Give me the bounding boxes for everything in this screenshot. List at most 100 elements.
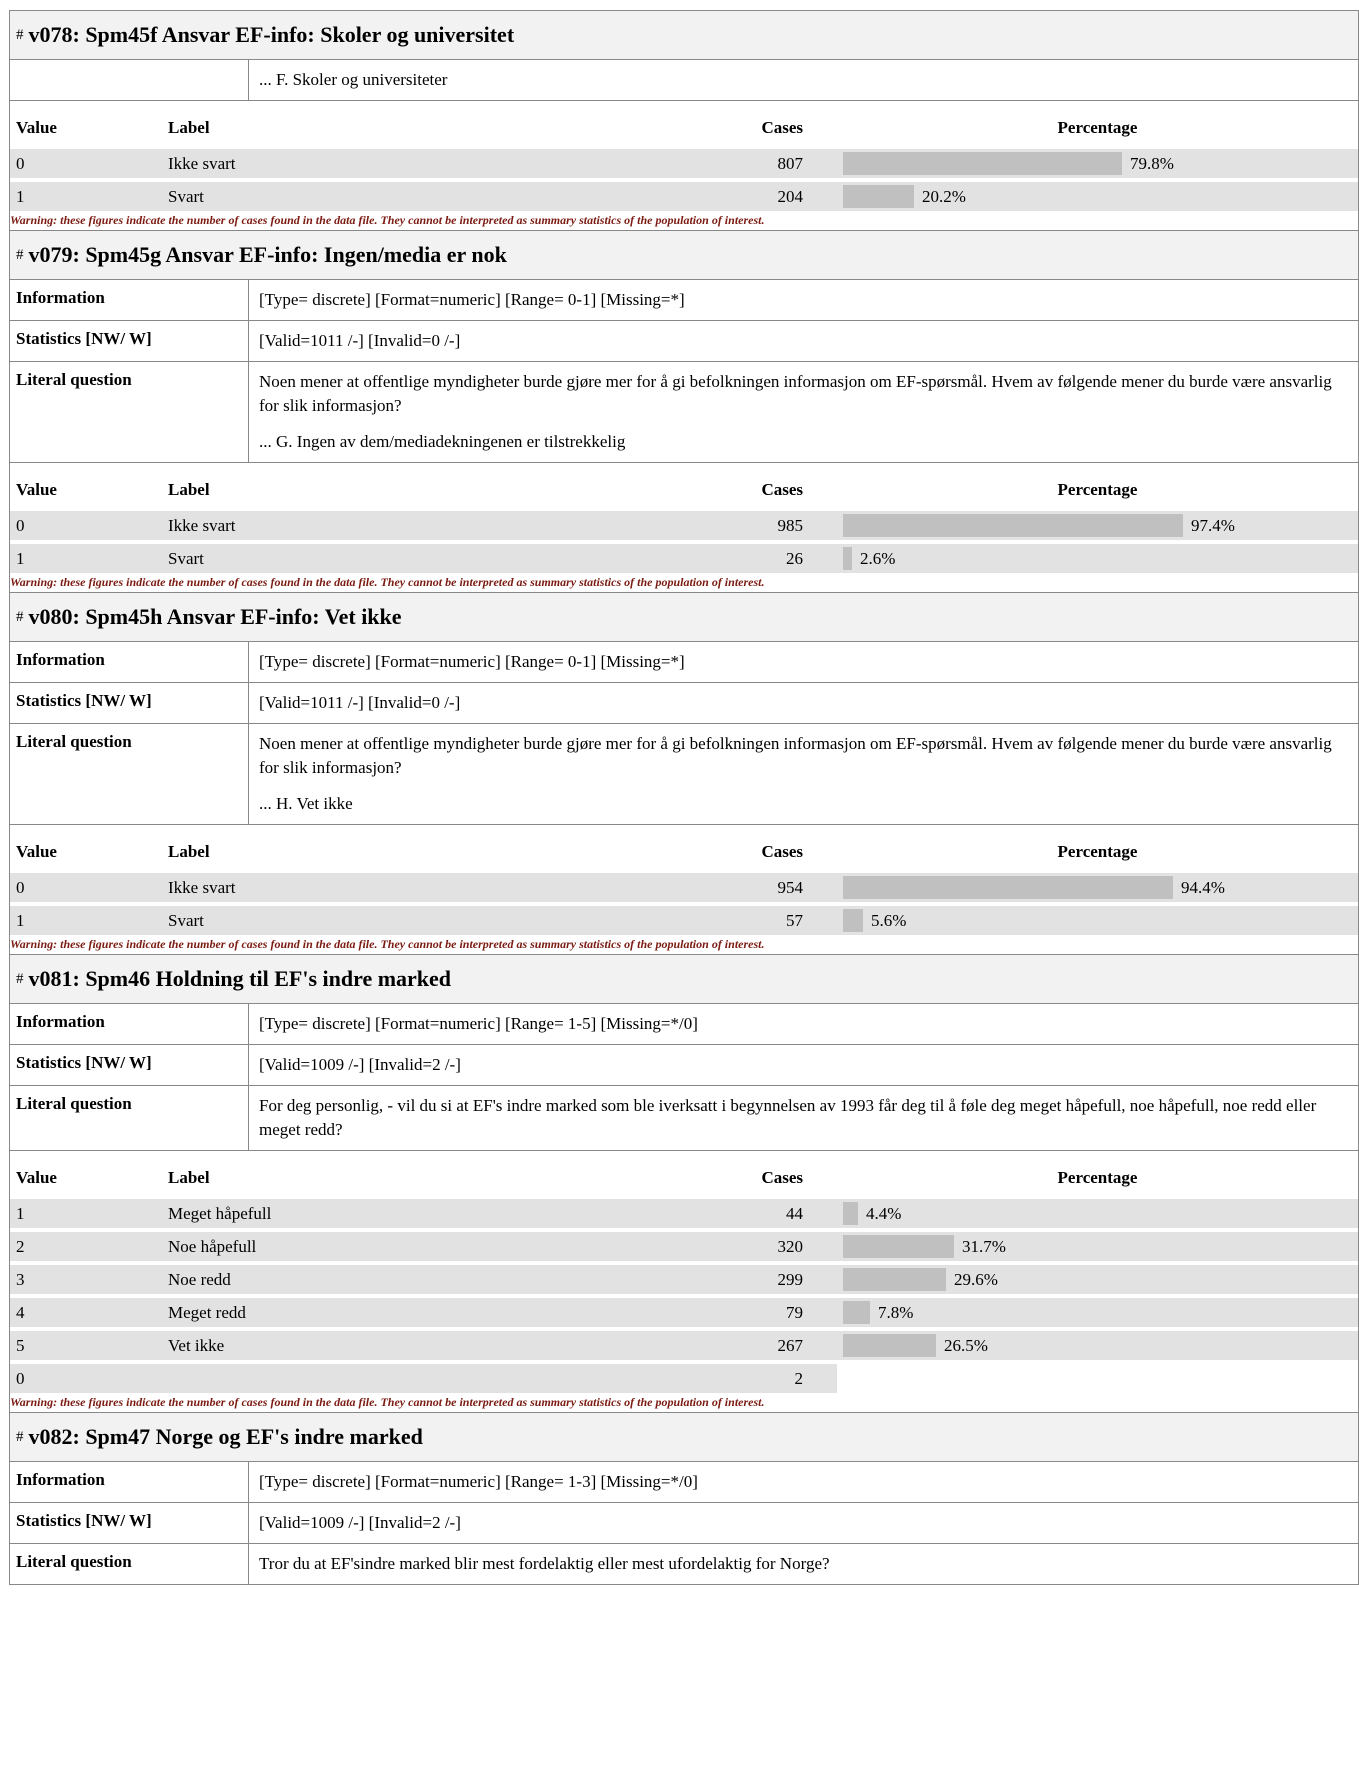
frequency-header-row: Value Label Cases Percentage bbox=[10, 111, 1358, 145]
statistics-row-value: [Valid=1011 /-] [Invalid=0 /-] bbox=[259, 331, 461, 350]
variable-header: # v080: Spm45h Ansvar EF-info: Vet ikke bbox=[10, 592, 1358, 642]
percentage-bar bbox=[843, 1334, 936, 1357]
percentage-text: 29.6% bbox=[954, 1269, 998, 1289]
literal-main: For deg personlig, - vil du si at EF's i… bbox=[259, 1096, 1317, 1139]
frequency-row: 2 Noe håpefull 320 31.7% bbox=[10, 1232, 1358, 1261]
percentage-bar bbox=[843, 1202, 858, 1225]
percentage-bar bbox=[843, 547, 852, 570]
percentage-bar bbox=[843, 909, 863, 932]
percentage-cell: 29.6% bbox=[843, 1265, 1358, 1294]
percentage-text: 94.4% bbox=[1181, 877, 1225, 897]
percentage-cell: 4.4% bbox=[843, 1199, 1358, 1228]
literal-question-row-label bbox=[10, 60, 249, 100]
variable-header: # v081: Spm46 Holdning til EF's indre mar… bbox=[10, 954, 1358, 1004]
column-header-value: Value bbox=[16, 1168, 57, 1187]
column-header-cases: Cases bbox=[761, 842, 803, 861]
literal-question-row: ... F. Skoler og universiteter bbox=[10, 60, 1358, 101]
percentage-text: 7.8% bbox=[878, 1302, 914, 1322]
column-header-label: Label bbox=[168, 842, 210, 861]
row-label: Meget håpefull bbox=[162, 1199, 714, 1228]
statistics-row-value: [Valid=1009 /-] [Invalid=2 /-] bbox=[259, 1513, 461, 1532]
row-percentage: 29.6% bbox=[837, 1265, 1358, 1294]
variable-title: v080: Spm45h Ansvar EF-info: Vet ikke bbox=[28, 604, 402, 629]
row-label: Svart bbox=[162, 906, 714, 935]
column-header-percentage: Percentage bbox=[1057, 480, 1138, 499]
information-row-label: Information bbox=[10, 1004, 249, 1044]
row-percentage: 26.5% bbox=[837, 1331, 1358, 1360]
row-label: Vet ikke bbox=[162, 1331, 714, 1360]
literal-sub: ... F. Skoler og universiteter bbox=[259, 70, 448, 89]
column-header-percentage: Percentage bbox=[1057, 118, 1138, 137]
statistics-row-label: Statistics [NW/ W] bbox=[10, 1503, 249, 1543]
anchor-hash[interactable]: # bbox=[16, 247, 24, 264]
percentage-cell: 7.8% bbox=[843, 1298, 1358, 1327]
percentage-text: 79.8% bbox=[1130, 153, 1174, 173]
variable-header: # v078: Spm45f Ansvar EF-info: Skoler og … bbox=[10, 10, 1358, 60]
anchor-hash[interactable]: # bbox=[16, 609, 24, 626]
row-label: Svart bbox=[162, 544, 714, 573]
row-percentage: 94.4% bbox=[837, 873, 1358, 902]
percentage-text: 20.2% bbox=[922, 186, 966, 206]
information-row: Information [Type= discrete] [Format=nume… bbox=[10, 280, 1358, 321]
literal-question-row-label: Literal question bbox=[10, 724, 249, 824]
percentage-bar bbox=[843, 1268, 946, 1291]
percentage-text: 2.6% bbox=[860, 548, 896, 568]
variable-title: v082: Spm47 Norge og EF's indre marked bbox=[28, 1424, 423, 1449]
anchor-hash[interactable]: # bbox=[16, 1429, 24, 1446]
literal-main: Noen mener at offentlige myndigheter bur… bbox=[259, 734, 1332, 777]
literal-question-row-label: Literal question bbox=[10, 1544, 249, 1584]
row-percentage: 4.4% bbox=[837, 1199, 1358, 1228]
information-row: Information [Type= discrete] [Format=nume… bbox=[10, 1462, 1358, 1503]
literal-question-row-value: ... F. Skoler og universiteter bbox=[249, 60, 1358, 100]
frequency-row: 1 Svart 204 20.2% bbox=[10, 182, 1358, 211]
row-label: Ikke svart bbox=[162, 149, 714, 178]
column-header-cases: Cases bbox=[761, 480, 803, 499]
row-cases: 79 bbox=[714, 1298, 837, 1327]
information-row-label: Information bbox=[10, 642, 249, 682]
literal-main: Tror du at EF'sindre marked blir mest fo… bbox=[259, 1554, 830, 1573]
percentage-cell: 94.4% bbox=[843, 873, 1358, 902]
row-label: Ikke svart bbox=[162, 511, 714, 540]
codebook-document: # v078: Spm45f Ansvar EF-info: Skoler og … bbox=[9, 10, 1359, 1585]
column-header-label: Label bbox=[168, 118, 210, 137]
row-cases: 320 bbox=[714, 1232, 837, 1261]
column-header-value: Value bbox=[16, 842, 57, 861]
percentage-cell: 97.4% bbox=[843, 511, 1358, 540]
frequency-row: 1 Meget håpefull 44 4.4% bbox=[10, 1199, 1358, 1228]
percentage-text: 97.4% bbox=[1191, 515, 1235, 535]
variable-title: v081: Spm46 Holdning til EF's indre mark… bbox=[28, 966, 452, 991]
statistics-row-value: [Valid=1011 /-] [Invalid=0 /-] bbox=[259, 693, 461, 712]
information-row-label: Information bbox=[10, 1462, 249, 1502]
anchor-hash[interactable]: # bbox=[16, 27, 24, 44]
information-row-value: [Type= discrete] [Format=numeric] [Range… bbox=[259, 290, 685, 309]
variable-title: v079: Spm45g Ansvar EF-info: Ingen/media… bbox=[28, 242, 507, 267]
statistics-row: Statistics [NW/ W] [Valid=1011 /-] [Inval… bbox=[10, 321, 1358, 362]
frequency-warning: Warning: these figures indicate the numb… bbox=[10, 937, 765, 951]
column-header-label: Label bbox=[168, 480, 210, 499]
percentage-text: 31.7% bbox=[962, 1236, 1006, 1256]
percentage-bar bbox=[843, 876, 1173, 899]
row-value: 1 bbox=[10, 1199, 162, 1228]
frequency-table: Value Label Cases Percentage 0 Ikke svart 954 9… bbox=[10, 831, 1358, 939]
row-value: 3 bbox=[10, 1265, 162, 1294]
information-row: Information [Type= discrete] [Format=nume… bbox=[10, 642, 1358, 683]
frequency-row: 3 Noe redd 299 29.6% bbox=[10, 1265, 1358, 1294]
percentage-bar bbox=[843, 152, 1122, 175]
row-cases: 985 bbox=[714, 511, 837, 540]
literal-sub: ... H. Vet ikke bbox=[259, 794, 353, 813]
anchor-hash[interactable]: # bbox=[16, 971, 24, 988]
statistics-row-label: Statistics [NW/ W] bbox=[10, 683, 249, 723]
frequency-warning: Warning: these figures indicate the numb… bbox=[10, 575, 765, 589]
row-value: 4 bbox=[10, 1298, 162, 1327]
column-header-cases: Cases bbox=[761, 1168, 803, 1187]
row-cases: 44 bbox=[714, 1199, 837, 1228]
statistics-row: Statistics [NW/ W] [Valid=1009 /-] [Inval… bbox=[10, 1503, 1358, 1544]
row-cases: 954 bbox=[714, 873, 837, 902]
variable-section: # v078: Spm45f Ansvar EF-info: Skoler og … bbox=[9, 10, 1359, 230]
percentage-cell: 26.5% bbox=[843, 1331, 1358, 1360]
variable-section: # v080: Spm45h Ansvar EF-info: Vet ikke In… bbox=[9, 592, 1359, 954]
percentage-cell: 2.6% bbox=[843, 544, 1358, 573]
percentage-cell: 20.2% bbox=[843, 182, 1358, 211]
variable-section: # v081: Spm46 Holdning til EF's indre mar… bbox=[9, 954, 1359, 1412]
literal-question-row: Literal question Tror du at EF'sindre mar… bbox=[10, 1544, 1358, 1585]
